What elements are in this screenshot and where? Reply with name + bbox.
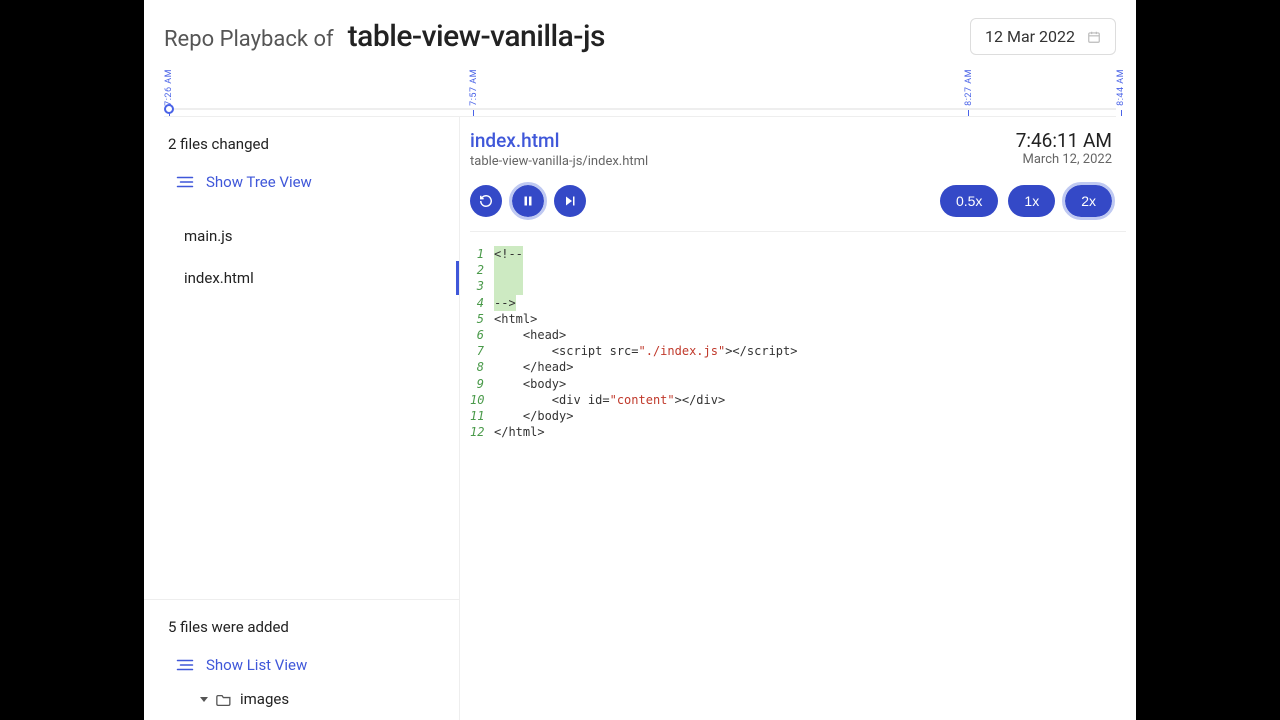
restart-icon <box>479 194 493 208</box>
line-number: 6 <box>470 327 494 343</box>
line-number: 10 <box>470 392 494 408</box>
added-files-panel: 5 files were added Show List View images <box>144 600 459 720</box>
timeline-tick: 8:44 AM <box>1116 69 1126 116</box>
current-file-path: table-view-vanilla-js/index.html <box>470 154 648 169</box>
line-number: 1 <box>470 246 494 262</box>
code-text: </head> <box>494 359 573 375</box>
header-prefix: Repo Playback of <box>164 27 334 52</box>
skip-forward-icon <box>564 195 576 207</box>
code-line: 11 </body> <box>470 408 1126 424</box>
timeline-tick: 7:57 AM <box>469 69 479 116</box>
line-number: 7 <box>470 343 494 359</box>
changed-file-list: main.jsindex.html <box>144 209 459 299</box>
line-number: 12 <box>470 424 494 440</box>
code-line: 2 <box>470 262 1126 278</box>
date-picker[interactable]: 12 Mar 2022 <box>970 18 1116 55</box>
timeline[interactable]: 7:26 AM7:57 AM8:27 AM8:44 AM <box>164 65 1116 117</box>
code-text <box>494 262 523 278</box>
line-number: 5 <box>470 311 494 327</box>
code-text: <!-- <box>494 246 523 262</box>
code-text: </body> <box>494 408 573 424</box>
show-list-view-button[interactable]: Show List View <box>168 650 435 680</box>
pause-button[interactable] <box>512 185 544 217</box>
file-header: index.html table-view-vanilla-js/index.h… <box>460 117 1136 175</box>
folder-icon <box>216 693 232 706</box>
show-list-view-label: Show List View <box>206 656 307 674</box>
timeline-tick-label: 8:27 AM <box>964 69 974 106</box>
tree-view-icon <box>176 175 194 189</box>
current-file-name: index.html <box>470 129 648 152</box>
show-tree-view-button[interactable]: Show Tree View <box>168 167 435 197</box>
file-list-item[interactable]: main.js <box>144 215 459 257</box>
code-text <box>494 278 523 294</box>
speed-button[interactable]: 0.5x <box>940 185 998 217</box>
line-number: 3 <box>470 278 494 294</box>
code-line: 8 </head> <box>470 359 1126 375</box>
show-tree-view-label: Show Tree View <box>206 173 312 191</box>
code-text: <head> <box>494 327 566 343</box>
code-line: 7 <script src="./index.js"></script> <box>470 343 1126 359</box>
main-area: 2 files changed Show Tree View main.jsin… <box>144 117 1136 720</box>
code-text: <body> <box>494 376 566 392</box>
playback-controls: 0.5x 1x 2x <box>460 175 1136 231</box>
code-line: 6 <head> <box>470 327 1126 343</box>
code-text: <html> <box>494 311 537 327</box>
chevron-down-icon <box>200 697 208 702</box>
code-text: <script src="./index.js"></script> <box>494 343 797 359</box>
content-pane: index.html table-view-vanilla-js/index.h… <box>460 117 1136 720</box>
code-line: 5<html> <box>470 311 1126 327</box>
header: Repo Playback of table-view-vanilla-js 1… <box>144 0 1136 65</box>
tree-folder-row[interactable]: images <box>168 680 435 708</box>
calendar-icon <box>1087 30 1101 44</box>
current-date: March 12, 2022 <box>1016 152 1112 167</box>
timeline-tick: 8:27 AM <box>964 69 974 116</box>
code-line: 10 <div id="content"></div> <box>470 392 1126 408</box>
current-time: 7:46:11 AM <box>1016 129 1112 152</box>
changed-files-title: 2 files changed <box>168 135 435 153</box>
list-view-icon <box>176 658 194 672</box>
timeline-tick-label: 7:26 AM <box>164 69 174 106</box>
app-frame: Repo Playback of table-view-vanilla-js 1… <box>144 0 1136 720</box>
tree-folder-label: images <box>240 690 289 708</box>
code-line: 1<!-- <box>470 246 1126 262</box>
code-line: 9 <body> <box>470 376 1126 392</box>
repo-title: table-view-vanilla-js <box>348 19 605 54</box>
file-list-item[interactable]: index.html <box>144 257 459 299</box>
code-line: 3 <box>470 278 1126 294</box>
skip-forward-button[interactable] <box>554 185 586 217</box>
line-number: 8 <box>470 359 494 375</box>
code-line: 12</html> <box>470 424 1126 440</box>
line-number: 9 <box>470 376 494 392</box>
code-text: </html> <box>494 424 545 440</box>
changed-files-panel: 2 files changed Show Tree View <box>144 117 459 209</box>
added-files-title: 5 files were added <box>168 618 435 636</box>
timeline-tick-label: 7:57 AM <box>469 69 479 106</box>
code-viewer: 1<!--2 3 4-->5<html>6 <head>7 <script sr… <box>460 232 1136 454</box>
code-line: 4--> <box>470 295 1126 311</box>
header-title-group: Repo Playback of table-view-vanilla-js <box>164 19 605 54</box>
date-picker-label: 12 Mar 2022 <box>985 27 1075 46</box>
playhead[interactable] <box>164 104 174 114</box>
sidebar: 2 files changed Show Tree View main.jsin… <box>144 117 460 720</box>
line-number: 11 <box>470 408 494 424</box>
speed-button[interactable]: 1x <box>1008 185 1055 217</box>
code-text: --> <box>494 295 516 311</box>
restart-button[interactable] <box>470 185 502 217</box>
timeline-tick-label: 8:44 AM <box>1116 69 1126 106</box>
line-number: 4 <box>470 295 494 311</box>
pause-icon <box>522 195 534 207</box>
speed-button[interactable]: 2x <box>1065 185 1112 217</box>
line-number: 2 <box>470 262 494 278</box>
code-text: <div id="content"></div> <box>494 392 725 408</box>
